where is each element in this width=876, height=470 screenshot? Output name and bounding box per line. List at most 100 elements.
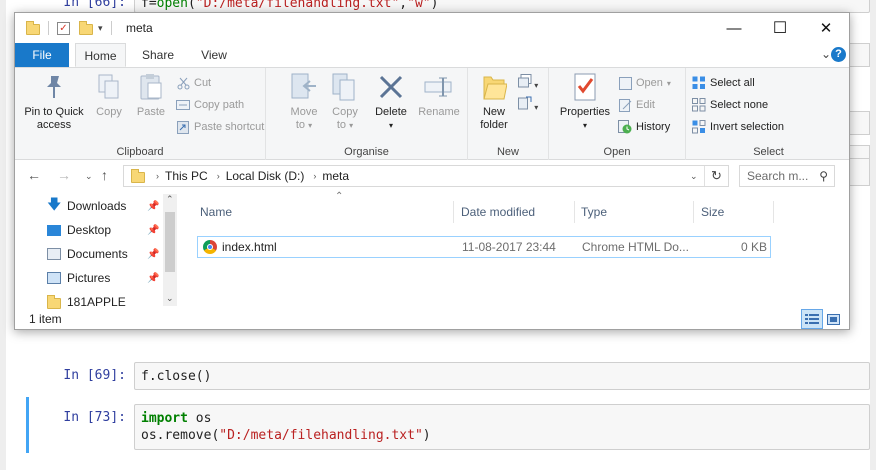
select-all-button[interactable]: Select all bbox=[692, 73, 755, 93]
search-input[interactable]: Search m... ⚲ bbox=[739, 165, 835, 187]
pictures-icon bbox=[47, 272, 61, 284]
back-arrow-icon[interactable]: ← bbox=[27, 167, 41, 183]
pin-icon[interactable]: 📌 bbox=[147, 273, 159, 284]
breadcrumb-meta[interactable]: meta bbox=[322, 169, 349, 183]
nav-item-desktop[interactable]: Desktop bbox=[47, 219, 111, 241]
status-bar: 1 item bbox=[15, 309, 849, 329]
address-bar[interactable]: › This PC › Local Disk (D:) › meta ⌄ ↻ bbox=[123, 165, 729, 187]
window-title: meta bbox=[126, 21, 153, 35]
ribbon-tabs: File Home Share View ⌄ ? bbox=[15, 43, 849, 67]
rename-button[interactable]: Rename bbox=[416, 71, 462, 119]
breadcrumb-separator-icon: › bbox=[156, 171, 159, 181]
new-item-button[interactable]: ▾ bbox=[518, 74, 540, 90]
copy-path-button[interactable]: Copy path bbox=[176, 95, 244, 115]
history-button[interactable]: History bbox=[618, 117, 670, 137]
new-folder-button[interactable]: New folder bbox=[476, 71, 512, 132]
folder-icon bbox=[47, 295, 61, 309]
paste-icon bbox=[135, 71, 167, 103]
cell-code[interactable]: f.close() bbox=[134, 362, 870, 390]
forward-arrow-icon[interactable]: → bbox=[57, 167, 71, 183]
tab-view[interactable]: View bbox=[190, 43, 238, 67]
paste-shortcut-icon bbox=[176, 120, 190, 134]
invert-selection-button[interactable]: Invert selection bbox=[692, 117, 784, 137]
move-to-button[interactable]: Move to ▾ bbox=[288, 71, 320, 132]
help-icon[interactable]: ? bbox=[831, 47, 846, 62]
scrollbar-thumb[interactable] bbox=[165, 212, 175, 272]
folder-icon bbox=[131, 169, 145, 183]
column-header-name[interactable]: Name bbox=[194, 201, 454, 223]
group-label-organise: Organise bbox=[344, 146, 389, 158]
pin-icon[interactable]: 📌 bbox=[147, 201, 159, 212]
tab-share[interactable]: Share bbox=[132, 43, 184, 67]
cell-prompt: In [66]: bbox=[63, 0, 126, 10]
edit-button[interactable]: Edit bbox=[618, 95, 655, 115]
open-icon bbox=[618, 76, 632, 90]
column-header-date-modified[interactable]: Date modified bbox=[455, 201, 575, 223]
divider bbox=[704, 166, 705, 186]
chevron-down-icon[interactable]: ⌄ bbox=[821, 47, 831, 61]
invert-selection-icon bbox=[692, 120, 706, 134]
copy-to-button[interactable]: Copy to ▾ bbox=[328, 71, 362, 132]
delete-icon bbox=[375, 71, 407, 103]
table-row[interactable]: index.html 11-08-2017 23:44 Chrome HTML … bbox=[197, 236, 771, 258]
paste-button[interactable]: Paste bbox=[131, 71, 171, 119]
code-cell-69[interactable]: In [69]: f.close() bbox=[26, 362, 870, 390]
refresh-icon[interactable]: ↻ bbox=[711, 168, 722, 184]
pin-icon[interactable]: 📌 bbox=[147, 225, 159, 236]
file-explorer-window[interactable]: ✓ ▾ meta — ☐ ✕ File Home Share View ⌄ ? … bbox=[14, 12, 850, 330]
code-cell-73[interactable]: In [73]: import os os.remove("D:/meta/fi… bbox=[26, 397, 870, 453]
open-button[interactable]: Open ▾ bbox=[618, 73, 671, 93]
recent-locations-chevron-icon[interactable]: ⌄ bbox=[85, 171, 93, 182]
tab-file[interactable]: File bbox=[15, 43, 69, 67]
nav-scrollbar[interactable]: ⌃ ⌄ bbox=[163, 194, 177, 306]
breadcrumb-this-pc[interactable]: This PC bbox=[165, 169, 208, 183]
scroll-up-icon[interactable]: ⌃ bbox=[166, 194, 174, 205]
maximize-button[interactable]: ☐ bbox=[757, 13, 803, 43]
scroll-down-icon[interactable]: ⌄ bbox=[166, 293, 174, 304]
large-icons-view-icon[interactable] bbox=[825, 312, 841, 326]
column-header-type[interactable]: Type bbox=[575, 201, 694, 223]
close-button[interactable]: ✕ bbox=[803, 13, 849, 43]
documents-icon bbox=[47, 248, 61, 260]
navigation-pane[interactable]: 🡇 Downloads 📌 Desktop 📌 Documents 📌 Pict… bbox=[15, 191, 180, 309]
scissors-icon bbox=[176, 76, 190, 90]
nav-item-documents[interactable]: Documents bbox=[47, 243, 128, 265]
divider bbox=[110, 21, 112, 35]
easy-access-button[interactable]: ▾ bbox=[518, 96, 540, 112]
minimize-button[interactable]: — bbox=[711, 13, 757, 43]
select-none-icon bbox=[692, 98, 706, 112]
file-size: 0 KB bbox=[740, 240, 767, 254]
up-arrow-icon[interactable]: ↑ bbox=[101, 167, 108, 183]
file-list[interactable]: ⌃ Name Date modified Type Size index.htm… bbox=[180, 191, 849, 309]
code-cell-66[interactable]: In [66]: f=open("D:/meta/filehandling.tx… bbox=[26, 0, 870, 13]
delete-button[interactable]: Delete ▾ bbox=[372, 71, 410, 132]
open-group: Properties ▾ Open ▾ Edit History Open bbox=[549, 68, 686, 160]
details-view-icon[interactable] bbox=[801, 309, 823, 329]
new-group: New folder ▾ ▾ New bbox=[468, 68, 549, 160]
nav-item-pictures[interactable]: Pictures bbox=[47, 267, 110, 289]
move-to-icon bbox=[288, 71, 320, 103]
pin-to-quick-access-button[interactable]: Pin to Quick access bbox=[21, 71, 87, 132]
nav-item-downloads[interactable]: 🡇 Downloads bbox=[47, 195, 126, 217]
new-folder-icon[interactable] bbox=[79, 21, 93, 35]
divider bbox=[48, 21, 49, 35]
cell-code[interactable]: import os os.remove("D:/meta/filehandlin… bbox=[134, 404, 870, 450]
customize-qat-icon[interactable]: ▾ bbox=[98, 23, 103, 34]
paste-shortcut-button[interactable]: Paste shortcut bbox=[176, 117, 264, 137]
copy-button[interactable]: Copy bbox=[91, 71, 127, 119]
title-bar[interactable]: ✓ ▾ meta — ☐ ✕ bbox=[15, 13, 849, 43]
tab-home[interactable]: Home bbox=[75, 43, 126, 67]
pin-icon[interactable]: 📌 bbox=[147, 249, 159, 260]
cut-button[interactable]: Cut bbox=[176, 73, 211, 93]
new-item-icon bbox=[518, 74, 532, 88]
copy-path-icon bbox=[176, 98, 190, 112]
select-none-button[interactable]: Select none bbox=[692, 95, 768, 115]
column-header-size[interactable]: Size bbox=[695, 201, 774, 223]
breadcrumb-local-disk[interactable]: Local Disk (D:) bbox=[226, 169, 305, 183]
address-history-chevron-icon[interactable]: ⌄ bbox=[690, 171, 698, 182]
easy-access-icon bbox=[518, 96, 532, 110]
select-all-icon bbox=[692, 76, 706, 90]
properties-check-icon[interactable]: ✓ bbox=[57, 21, 70, 35]
properties-button[interactable]: Properties ▾ bbox=[557, 71, 613, 132]
folder-icon bbox=[26, 21, 40, 35]
